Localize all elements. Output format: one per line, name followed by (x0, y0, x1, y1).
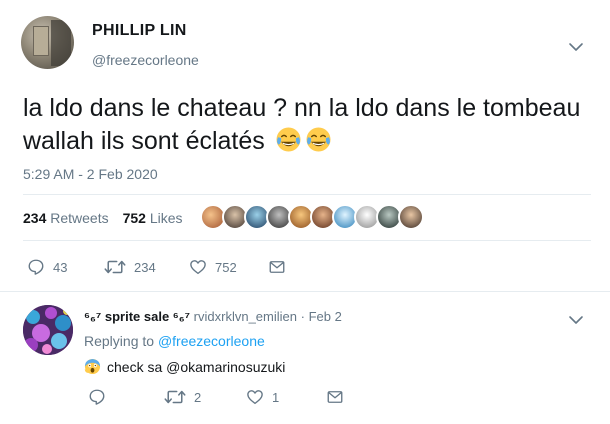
main-tweet: PHILLIP LIN @freezecorleone la ldo dans … (0, 0, 610, 290)
heart-icon (190, 260, 206, 275)
reply-handle[interactable]: rvidxrklvn_emilien (194, 309, 297, 324)
divider (23, 240, 591, 241)
like-button[interactable]: 1 (246, 388, 279, 406)
like-button[interactable]: 752 (189, 258, 237, 276)
reply-header: ⁶₆⁷ sprite sale ⁶₆⁷ rvidxrklvn_emilien ·… (84, 309, 342, 324)
retweet-count: 234 (134, 259, 156, 275)
reply-date[interactable]: Feb 2 (309, 309, 342, 324)
tweet-text: la ldo dans le chateau ? nn la ldo dans … (23, 92, 593, 158)
tears-of-joy-emoji-icon (276, 127, 301, 152)
retweet-icon (104, 260, 126, 274)
author-display-name[interactable]: PHILLIP LIN (92, 22, 187, 40)
avatar[interactable] (21, 16, 74, 69)
likes-label: Likes (149, 210, 183, 226)
reply-tweet[interactable]: ⁶₆⁷ sprite sale ⁶₆⁷ rvidxrklvn_emilien ·… (0, 291, 610, 424)
like-count: 1 (272, 389, 280, 405)
like-count: 752 (215, 259, 237, 275)
timestamp[interactable]: 5:29 AM - 2 Feb 2020 (23, 166, 158, 182)
envelope-icon (327, 391, 343, 403)
separator: · (300, 309, 305, 324)
envelope-icon (269, 261, 285, 273)
tears-of-joy-emoji-icon (306, 127, 331, 152)
chevron-down-icon[interactable] (568, 40, 584, 54)
retweets-label: Retweets (50, 210, 109, 226)
heart-icon (247, 390, 263, 405)
likes-count: 752 (122, 210, 146, 226)
replying-to-link[interactable]: @freezecorleone (158, 333, 265, 349)
direct-message-button[interactable] (326, 388, 344, 406)
reply-button[interactable] (88, 388, 106, 406)
likes-stat[interactable]: 752 Likes (123, 210, 183, 226)
avatar[interactable] (398, 204, 424, 230)
reply-button[interactable]: 43 (27, 258, 67, 276)
avatar-image (23, 305, 73, 355)
avatar-detail (51, 20, 71, 66)
retweet-button[interactable]: 2 (164, 388, 201, 406)
reply-icon (89, 389, 105, 405)
reply-icon (28, 259, 44, 275)
retweets-stat[interactable]: 234 Retweets (23, 210, 109, 226)
divider (23, 194, 591, 195)
chevron-down-icon[interactable] (568, 313, 584, 327)
reply-display-name[interactable]: ⁶₆⁷ sprite sale ⁶₆⁷ (84, 309, 190, 324)
screaming-face-emoji-icon (84, 358, 101, 375)
engagement-stats: 234 Retweets 752 Likes (23, 210, 183, 226)
author-handle[interactable]: @freezecorleone (92, 52, 199, 68)
replying-to: Replying to @freezecorleone (84, 333, 265, 349)
retweet-button[interactable]: 234 (104, 258, 156, 276)
retweet-icon (164, 390, 186, 404)
reply-body: check sa @okamarinosuzuki (107, 358, 286, 375)
avatar-detail (33, 26, 49, 56)
reply-text: check sa @okamarinosuzuki (84, 358, 285, 375)
replying-label: Replying to (84, 333, 155, 349)
direct-message-button[interactable] (268, 258, 286, 276)
retweets-count: 234 (23, 210, 47, 226)
avatar[interactable] (23, 305, 73, 355)
retweet-count: 2 (194, 389, 202, 405)
reply-count: 43 (53, 259, 68, 275)
